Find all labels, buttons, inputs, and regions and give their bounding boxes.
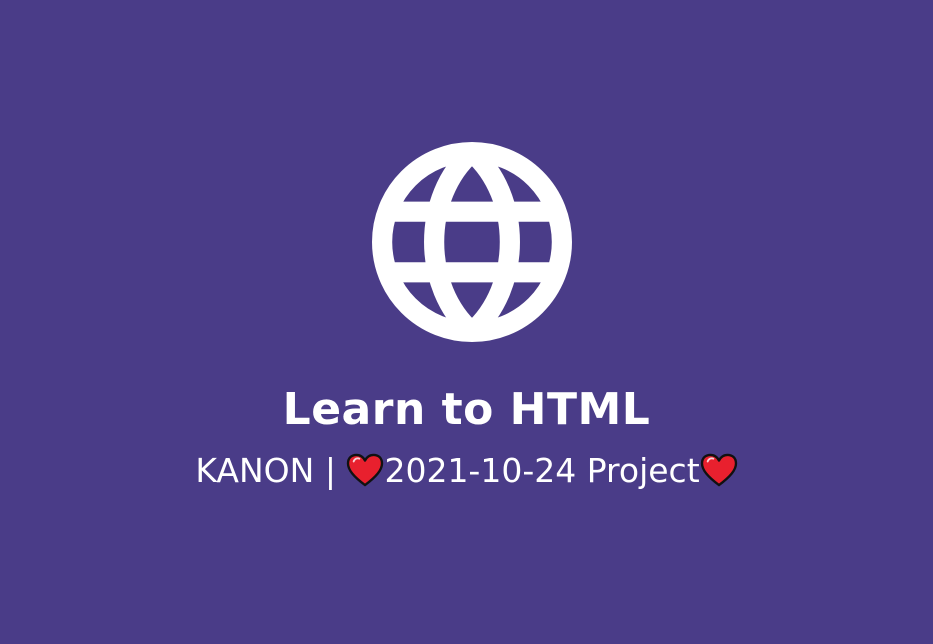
project-label: Project bbox=[586, 451, 700, 490]
heart-icon bbox=[346, 453, 384, 487]
date: 2021-10-24 bbox=[384, 451, 577, 490]
author-name: KANON bbox=[195, 451, 315, 490]
separator: | bbox=[324, 451, 336, 490]
globe-icon bbox=[371, 141, 573, 343]
title-screen: Learn to HTML KANON | 2021-10-24 Project bbox=[0, 0, 933, 644]
heart-icon bbox=[700, 453, 738, 487]
page-title: Learn to HTML bbox=[282, 384, 651, 435]
subtitle: KANON | 2021-10-24 Project bbox=[0, 449, 933, 493]
